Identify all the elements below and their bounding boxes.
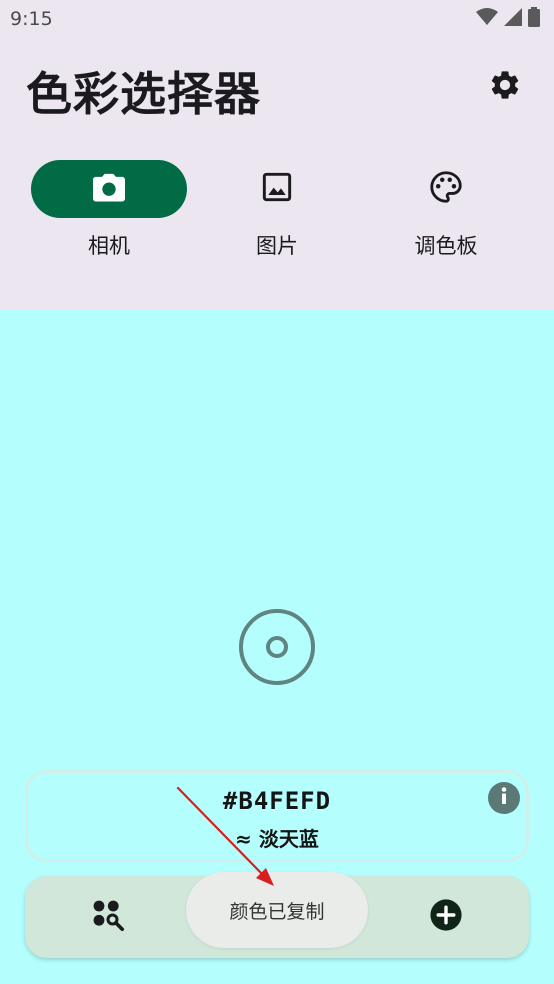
info-button[interactable] (488, 782, 520, 814)
color-search-icon (90, 897, 126, 937)
status-icons (476, 7, 540, 31)
color-search-button[interactable] (83, 892, 133, 942)
info-icon (488, 780, 520, 816)
tab-camera-label: 相机 (88, 234, 130, 258)
gear-icon (488, 68, 522, 106)
tab-image-label: 图片 (256, 234, 298, 258)
wifi-icon (476, 8, 498, 30)
top-app-bar: 色彩选择器 相机 图片 调色板 (0, 38, 554, 310)
battery-icon (528, 7, 540, 31)
color-info-card[interactable]: #B4FEFD ≈ 淡天蓝 (25, 770, 529, 862)
signal-icon (504, 8, 522, 30)
app-title: 色彩选择器 (26, 67, 261, 121)
tab-image[interactable]: 图片 (192, 158, 362, 268)
color-name: ≈ 淡天蓝 (235, 827, 319, 851)
image-icon (261, 171, 293, 207)
add-icon (429, 898, 463, 936)
tab-camera-indicator (31, 160, 187, 218)
crosshair-icon (238, 608, 316, 686)
source-tabs: 相机 图片 调色板 (0, 158, 554, 268)
copied-toast: 颜色已复制 (186, 872, 368, 948)
palette-icon (428, 169, 464, 209)
status-bar: 9:15 (0, 0, 554, 38)
tab-palette-indicator (368, 160, 524, 218)
color-hex-value[interactable]: #B4FEFD (28, 787, 526, 815)
status-time: 9:15 (10, 8, 53, 30)
tab-palette[interactable]: 调色板 (361, 158, 531, 268)
camera-icon (91, 171, 127, 207)
tab-camera[interactable]: 相机 (24, 158, 194, 268)
add-color-button[interactable] (421, 892, 471, 942)
settings-button[interactable] (484, 66, 526, 108)
tab-image-indicator (199, 160, 355, 218)
tab-palette-label: 调色板 (414, 234, 478, 258)
